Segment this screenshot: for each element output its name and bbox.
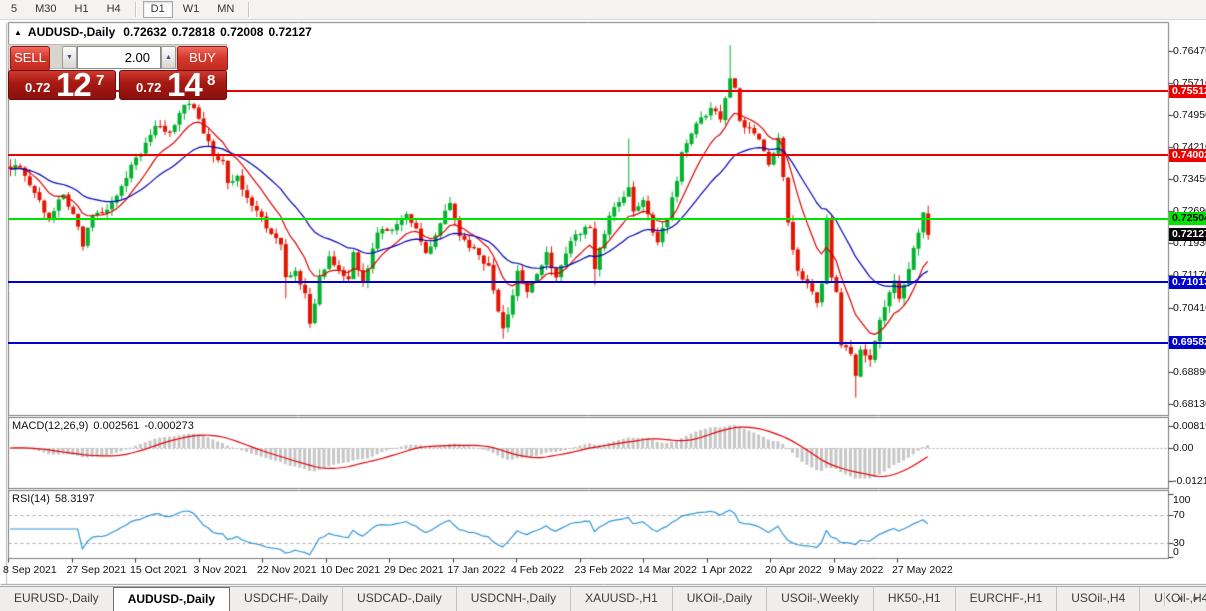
chart-symbol-label: AUDUSD-,Daily (28, 25, 115, 39)
sell-price-pipette: 7 (96, 72, 104, 89)
chart-tab-xauusd[interactable]: XAUUSD-,H1 (570, 587, 672, 611)
rsi-label: RSI(14) 58.3197 (12, 493, 95, 505)
ohlc-high: 0.72818 (172, 25, 215, 39)
chart-tab-usdcnh[interactable]: USDCNH-,Daily (456, 587, 570, 611)
chart-tab-hk50[interactable]: HK50-,H1 (873, 587, 955, 611)
tab-scroll-left-button[interactable]: ◄ (1172, 591, 1188, 607)
sell-price-pips: 12 (56, 66, 91, 104)
chart-tab-bar: EURUSD-,DailyAUDUSD-,DailyUSDCHF-,DailyU… (0, 586, 1206, 611)
rsi-name: RSI(14) (12, 493, 50, 505)
chart-tab-audusd[interactable]: AUDUSD-,Daily (113, 587, 230, 611)
buy-price-box[interactable]: 0.72 14 8 (119, 70, 227, 100)
collapse-triangle-icon[interactable]: ▲ (14, 28, 22, 37)
tab-scroll-arrows: ◄► (1162, 591, 1204, 607)
buy-price-pipette: 8 (207, 72, 215, 89)
chart-tab-eurchf[interactable]: EURCHF-,H1 (955, 587, 1057, 611)
ohlc-close: 0.72127 (268, 25, 311, 39)
sell-price-box[interactable]: 0.72 12 7 (8, 70, 116, 100)
one-click-trading-panel: SELL ▼ ▲ BUY 0.72 12 7 0.72 14 8 (8, 44, 227, 100)
ohlc-open: 0.72632 (123, 25, 166, 39)
chart-title: ▲ AUDUSD-,Daily 0.72632 0.72818 0.72008 0.721… (14, 25, 317, 39)
ohlc-low: 0.72008 (220, 25, 263, 39)
tab-arrows-separator (1164, 592, 1166, 606)
chart-tab-ukoil[interactable]: UKOil-,Daily (672, 587, 766, 611)
buy-price-prefix: 0.72 (136, 80, 161, 95)
chart-tab-usoil[interactable]: USOil-,Weekly (766, 587, 873, 611)
sell-button[interactable]: SELL (10, 46, 50, 71)
chart-tab-usdcad[interactable]: USDCAD-,Daily (342, 587, 456, 611)
rsi-value: 58.3197 (55, 493, 95, 505)
macd-name: MACD(12,26,9) (12, 420, 88, 432)
chart-tab-eurusd[interactable]: EURUSD-,Daily (0, 587, 113, 611)
sell-price-prefix: 0.72 (25, 80, 50, 95)
chart-tab-usdchf[interactable]: USDCHF-,Daily (230, 587, 342, 611)
macd-label: MACD(12,26,9) 0.002561 -0.000273 (12, 420, 194, 432)
tab-scroll-right-button[interactable]: ► (1188, 591, 1204, 607)
macd-signal-value: -0.000273 (144, 420, 194, 432)
chart-tab-usoil[interactable]: USOil-,H4 (1056, 587, 1139, 611)
macd-main-value: 0.002561 (93, 420, 139, 432)
buy-price-pips: 14 (167, 66, 202, 104)
